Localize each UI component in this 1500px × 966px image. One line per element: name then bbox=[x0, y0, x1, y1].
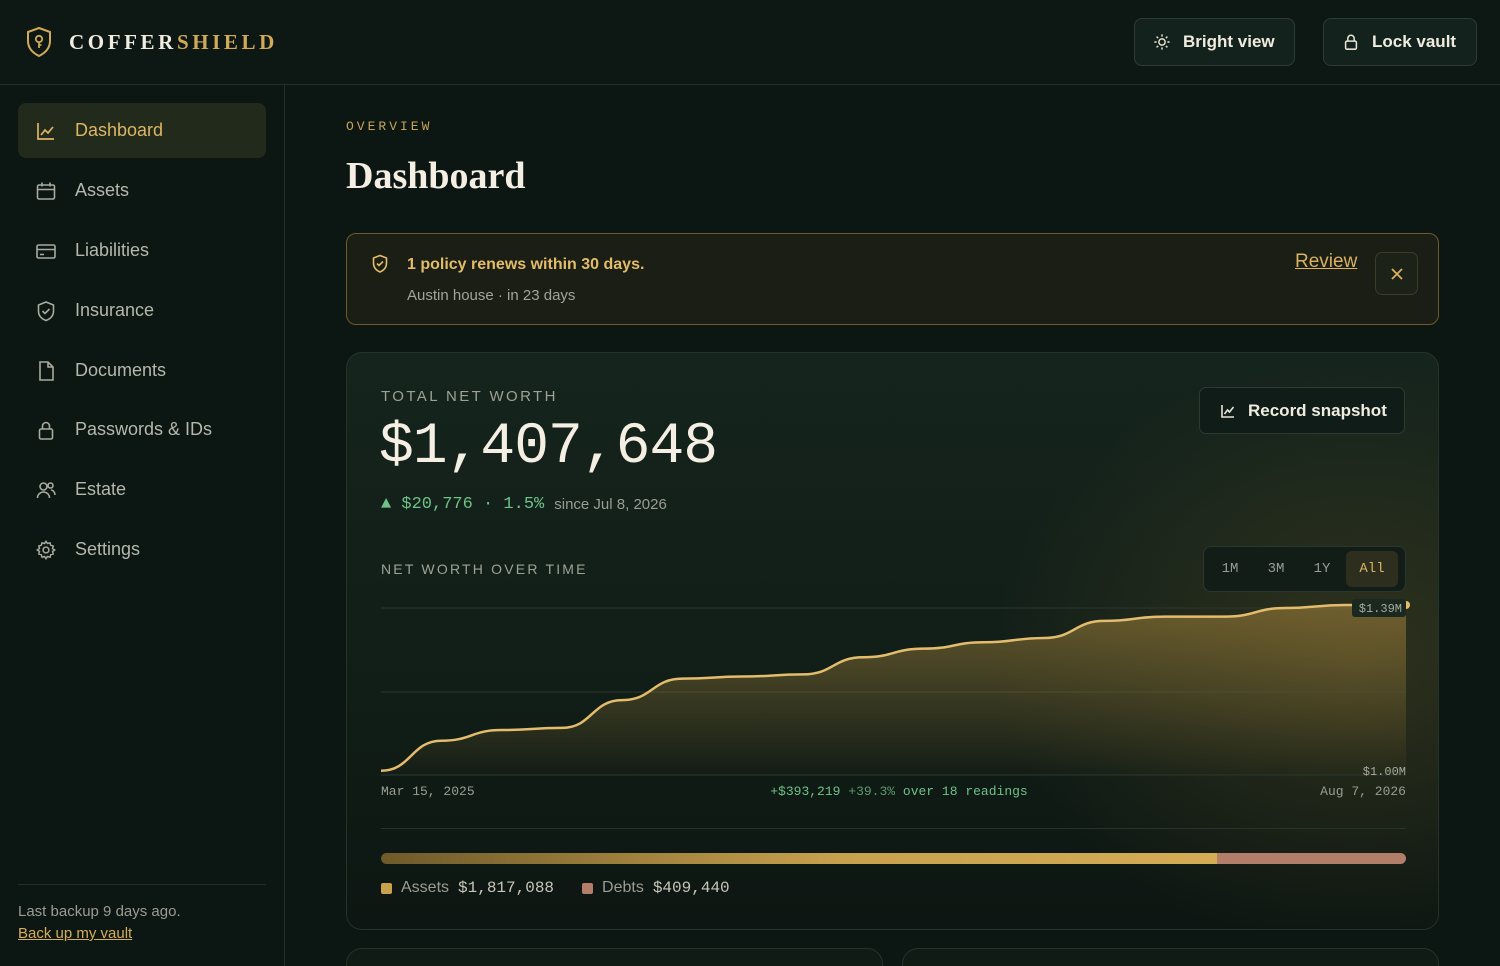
x-end-label: Aug 7, 2026 bbox=[1320, 784, 1406, 799]
legend-debts: Debts $409,440 bbox=[582, 879, 730, 897]
sidebar-item-label: Assets bbox=[75, 180, 130, 200]
backup-status: Last backup 9 days ago. Back up my vault bbox=[18, 884, 266, 942]
chart-line-icon bbox=[1221, 404, 1235, 418]
sidebar: Dashboard Assets Liabilities Insurance D… bbox=[0, 85, 285, 966]
net-worth-area bbox=[381, 605, 1406, 775]
renewal-alert: 1 policy renews within 30 days. Austin h… bbox=[346, 233, 1439, 325]
range-3m[interactable]: 3M bbox=[1254, 551, 1298, 587]
dismiss-alert-button[interactable] bbox=[1375, 252, 1418, 295]
net-worth-chart: $1.39M $1.00M Mar 15, 2025 Aug 7, 2026 +… bbox=[380, 599, 1410, 799]
sidebar-item-documents[interactable]: Documents bbox=[18, 343, 266, 398]
shield-check-icon bbox=[37, 300, 55, 321]
bright-view-label: Bright view bbox=[1183, 32, 1275, 51]
debts-label: Debts bbox=[602, 879, 644, 896]
sidebar-item-label: Liabilities bbox=[75, 240, 150, 260]
summary-change: +$393,219 bbox=[770, 784, 840, 799]
credit-card-icon bbox=[36, 243, 56, 259]
assets-swatch bbox=[381, 882, 392, 894]
page-title: Dashboard bbox=[346, 155, 526, 197]
debts-bar-segment bbox=[1217, 853, 1406, 864]
assets-label: Assets bbox=[401, 879, 450, 896]
gear-icon bbox=[35, 539, 57, 560]
range-selector: 1M 3M 1Y All bbox=[1203, 546, 1406, 592]
range-all[interactable]: All bbox=[1346, 551, 1398, 587]
lock-vault-button[interactable]: Lock vault bbox=[1323, 18, 1477, 66]
summary-text: over 18 readings bbox=[903, 784, 1028, 799]
people-icon bbox=[36, 481, 56, 498]
chart-summary: +$393,219 +39.3% over 18 readings bbox=[770, 784, 1027, 799]
net-worth-delta: ▲ $20,776 · 1.5% since Jul 8, 2026 bbox=[381, 495, 667, 514]
lock-icon bbox=[1344, 34, 1358, 50]
assets-value: $1,817,088 bbox=[458, 879, 555, 897]
review-link[interactable]: Review bbox=[1295, 251, 1357, 273]
sidebar-item-settings[interactable]: Settings bbox=[18, 522, 266, 577]
alert-subtitle: Austin house · in 23 days bbox=[407, 287, 576, 304]
backup-text: Last backup 9 days ago. bbox=[18, 903, 181, 920]
chart-title: NET WORTH OVER TIME bbox=[381, 561, 588, 577]
sidebar-item-dashboard[interactable]: Dashboard bbox=[18, 103, 266, 158]
backup-link[interactable]: Back up my vault bbox=[18, 925, 132, 942]
sidebar-item-label: Settings bbox=[75, 539, 141, 559]
debts-value: $409,440 bbox=[652, 879, 730, 897]
calendar-icon bbox=[36, 182, 56, 200]
summary-pct: +39.3% bbox=[848, 784, 895, 799]
net-worth-card: TOTAL NET WORTH $1,407,648 ▲ $20,776 · 1… bbox=[346, 352, 1439, 930]
shield-keyhole-icon bbox=[27, 26, 51, 58]
record-snapshot-label: Record snapshot bbox=[1248, 400, 1387, 420]
bottom-card-left bbox=[346, 948, 883, 966]
sidebar-item-insurance[interactable]: Insurance bbox=[18, 283, 266, 338]
breakdown-legend: Assets $1,817,088 Debts $409,440 bbox=[381, 879, 730, 897]
lock-icon bbox=[38, 421, 54, 440]
record-snapshot-button[interactable]: Record snapshot bbox=[1199, 387, 1405, 434]
range-1m[interactable]: 1M bbox=[1208, 551, 1252, 587]
lock-vault-label: Lock vault bbox=[1372, 32, 1457, 51]
shield-check-icon bbox=[372, 254, 388, 273]
sidebar-item-label: Passwords & IDs bbox=[75, 419, 213, 439]
brand: COFFERSHIELD bbox=[25, 26, 278, 58]
sidebar-item-label: Documents bbox=[75, 360, 167, 380]
sidebar-item-assets[interactable]: Assets bbox=[18, 163, 266, 218]
sidebar-item-label: Estate bbox=[75, 479, 127, 499]
range-1y[interactable]: 1Y bbox=[1300, 551, 1344, 587]
net-worth-label: TOTAL NET WORTH bbox=[381, 388, 558, 405]
sidebar-item-label: Insurance bbox=[75, 300, 155, 320]
delta-value: ▲ $20,776 · 1.5% bbox=[381, 495, 545, 514]
page-eyebrow: OVERVIEW bbox=[346, 119, 433, 134]
assets-bar-segment bbox=[381, 853, 1218, 864]
chart-line-icon bbox=[37, 122, 54, 140]
sun-icon bbox=[1154, 34, 1170, 50]
bright-view-button[interactable]: Bright view bbox=[1134, 18, 1295, 66]
x-start-label: Mar 15, 2025 bbox=[381, 784, 475, 799]
brand-name: COFFERSHIELD bbox=[69, 29, 278, 54]
delta-since: since Jul 8, 2026 bbox=[554, 496, 667, 513]
sidebar-item-passwords-ids[interactable]: Passwords & IDs bbox=[18, 402, 266, 457]
assets-debts-bar bbox=[381, 853, 1406, 864]
sidebar-item-label: Dashboard bbox=[75, 120, 164, 140]
legend-assets: Assets $1,817,088 bbox=[381, 879, 554, 897]
net-worth-value: $1,407,648 bbox=[379, 415, 718, 480]
ymax-label: $1.39M bbox=[1359, 602, 1402, 616]
close-icon bbox=[1390, 267, 1403, 280]
alert-title: 1 policy renews within 30 days. bbox=[407, 256, 645, 273]
top-bar: COFFERSHIELD Bright view Lock vault bbox=[0, 0, 1500, 85]
sidebar-item-liabilities[interactable]: Liabilities bbox=[18, 223, 266, 278]
ymin-label: $1.00M bbox=[1363, 765, 1406, 779]
divider bbox=[381, 828, 1406, 829]
debts-swatch bbox=[582, 882, 594, 894]
sidebar-item-estate[interactable]: Estate bbox=[18, 462, 266, 517]
document-icon bbox=[39, 360, 54, 381]
bottom-card-right bbox=[902, 948, 1439, 966]
